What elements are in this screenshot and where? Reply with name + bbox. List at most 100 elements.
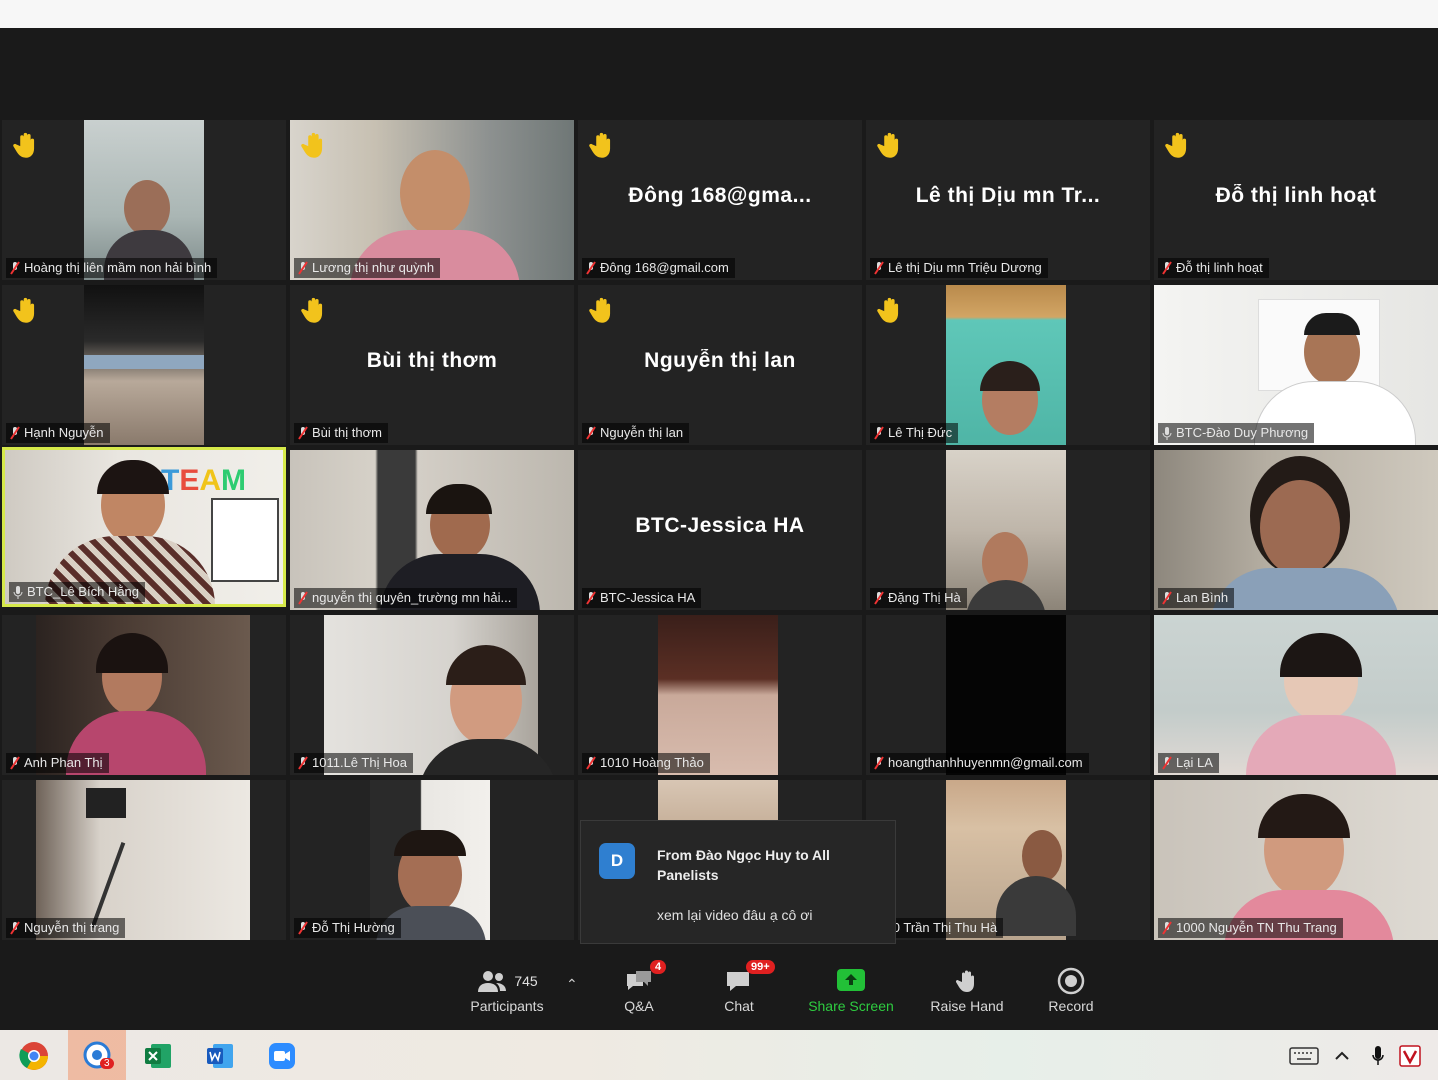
muted-mic-icon — [1162, 756, 1172, 770]
muted-mic-icon — [10, 756, 20, 770]
share-screen-button[interactable]: Share Screen — [796, 964, 906, 1014]
muted-mic-icon — [10, 921, 20, 935]
muted-mic-icon — [586, 426, 596, 440]
participant-tile[interactable]: Lại LA — [1154, 615, 1438, 775]
mic-icon — [1162, 426, 1172, 440]
participant-name-label: Anh Phan Thị — [6, 753, 109, 773]
participant-video — [1154, 450, 1438, 610]
participants-label: Participants — [470, 998, 544, 1014]
microphone-icon[interactable] — [1366, 1038, 1390, 1074]
participant-name-label: hoangthanhhuyenmn@gmail.com — [870, 753, 1089, 773]
participant-name-label: Đặng Thị Hà — [870, 588, 967, 608]
participant-tile[interactable]: Lê Thị Đức — [866, 285, 1150, 445]
participant-name-label: Đỗ thị linh hoạt — [1158, 258, 1269, 278]
participant-tile[interactable]: Đỗ thị linh hoạt Đỗ thị linh hoạt — [1154, 120, 1438, 280]
participant-tile[interactable]: Nguyễn thị trang — [2, 780, 286, 940]
os-taskbar: 3 — [0, 1030, 1438, 1080]
word-taskbar-icon[interactable] — [200, 1038, 240, 1074]
participant-name-label: Lương thị như quỳnh — [294, 258, 441, 278]
participant-tile[interactable]: Lê thị Dịu mn Tr... Lê thị Dịu mn Triệu … — [866, 120, 1150, 280]
participant-tile[interactable]: BTC-Jessica HA BTC-Jessica HA — [578, 450, 862, 610]
muted-mic-icon — [1162, 921, 1172, 935]
participant-tile[interactable]: Lan Bình — [1154, 450, 1438, 610]
participant-video — [290, 450, 574, 610]
participant-tile[interactable]: Bùi thị thơm Bùi thị thơm — [290, 285, 574, 445]
participant-tile[interactable]: Lương thị như quỳnh — [290, 120, 574, 280]
excel-taskbar-icon[interactable] — [138, 1038, 178, 1074]
participants-button[interactable]: 745 Participants — [452, 964, 562, 1014]
chevron-up-icon[interactable] — [1330, 1038, 1354, 1074]
participant-video — [324, 615, 558, 775]
participant-video — [1154, 780, 1438, 940]
participant-tile[interactable]: 1000 Nguyễn TN Thu Trang — [1154, 780, 1438, 940]
raised-hand-icon — [877, 132, 899, 158]
participant-tile[interactable]: Đặng Thị Hà — [866, 450, 1150, 610]
participant-video — [290, 120, 574, 280]
participant-name-label: Bùi thị thơm — [294, 423, 388, 443]
raised-hand-icon — [13, 297, 35, 323]
participant-name-label: Hạnh Nguyễn — [6, 423, 110, 443]
participant-tile[interactable]: Hạnh Nguyễn — [2, 285, 286, 445]
raise-hand-button[interactable]: Raise Hand — [912, 964, 1022, 1014]
muted-mic-icon — [298, 261, 308, 275]
participant-tile[interactable]: nguyễn thị quyên_trường mn hải... — [290, 450, 574, 610]
raise-hand-label: Raise Hand — [930, 998, 1004, 1014]
chat-badge: 99+ — [746, 960, 775, 974]
raised-hand-icon — [301, 297, 323, 323]
participant-display-name: Nguyễn thị lan — [644, 349, 796, 372]
muted-mic-icon — [874, 591, 884, 605]
raised-hand-icon — [301, 132, 323, 158]
participant-tile[interactable]: BTC-Đào Duy Phương — [1154, 285, 1438, 445]
participant-tile[interactable]: 0-10 Trần Thị Thu Hà — [866, 780, 1150, 940]
muted-mic-icon — [874, 756, 884, 770]
qa-badge: 4 — [650, 960, 667, 974]
chrome-taskbar-icon[interactable] — [14, 1038, 54, 1074]
muted-mic-icon — [1162, 261, 1172, 275]
participant-name-label: Lại LA — [1158, 753, 1219, 773]
participant-display-name: Đông 168@gma... — [628, 184, 812, 207]
muted-mic-icon — [10, 426, 20, 440]
zoom-taskbar-icon[interactable] — [262, 1038, 302, 1074]
participant-name-label: Đông 168@gmail.com — [582, 258, 735, 278]
record-label: Record — [1048, 998, 1094, 1014]
notification-sender: From Đào Ngọc Huy to All Panelists — [657, 847, 830, 883]
participant-video — [1154, 285, 1438, 445]
participant-tile[interactable]: 1010 Hoàng Thảo — [578, 615, 862, 775]
participant-video — [946, 780, 1076, 940]
participant-tile[interactable]: Anh Phan Thị — [2, 615, 286, 775]
participant-name-label: Lê Thị Đức — [870, 423, 959, 443]
antivirus-icon[interactable] — [1396, 1038, 1424, 1074]
qa-button[interactable]: 4 Q&A — [584, 960, 694, 1014]
participant-video — [370, 780, 490, 940]
edge-taskbar-icon[interactable]: 3 — [68, 1030, 126, 1080]
chat-button[interactable]: 99+ Chat — [684, 960, 794, 1014]
participant-tile[interactable]: Hoàng thị liên mầm non hải bình — [2, 120, 286, 280]
participant-tile[interactable]: hoangthanhhuyenmn@gmail.com — [866, 615, 1150, 775]
participant-tile[interactable]: Nguyễn thị lan Nguyễn thị lan — [578, 285, 862, 445]
participant-display-name: Bùi thị thơm — [366, 349, 498, 372]
share-screen-icon — [837, 969, 865, 991]
raised-hand-icon — [1165, 132, 1187, 158]
participant-name-label: Lan Bình — [1158, 588, 1235, 608]
participant-display-name: Lê thị Dịu mn Tr... — [915, 184, 1101, 207]
qa-label: Q&A — [624, 998, 654, 1014]
participant-tile[interactable]: Đông 168@gma... Đông 168@gmail.com — [578, 120, 862, 280]
keyboard-icon[interactable] — [1284, 1038, 1324, 1074]
window-title-bar — [0, 0, 1438, 28]
participant-tile[interactable]: Đỗ Thị Hường — [290, 780, 574, 940]
active-speaker-tile[interactable]: STEAM BTC_Lê Bích Hằng — [2, 447, 286, 607]
participant-name-label: Nguyễn thị trang — [6, 918, 126, 938]
participant-name-label: BTC-Jessica HA — [582, 588, 702, 608]
muted-mic-icon — [298, 756, 308, 770]
participant-video — [36, 615, 250, 775]
chat-label: Chat — [724, 998, 754, 1014]
participant-name-label: Đỗ Thị Hường — [294, 918, 401, 938]
participant-tile[interactable]: 1011.Lê Thị Hoa — [290, 615, 574, 775]
qa-icon — [627, 971, 651, 990]
share-screen-label: Share Screen — [808, 998, 894, 1014]
participants-icon — [478, 971, 507, 992]
record-button[interactable]: Record — [1016, 964, 1126, 1014]
raise-hand-icon — [955, 970, 974, 992]
chevron-up-icon[interactable]: ⌃ — [566, 976, 578, 993]
chat-notification[interactable]: D From Đào Ngọc Huy to All Panelists xem… — [580, 820, 896, 944]
